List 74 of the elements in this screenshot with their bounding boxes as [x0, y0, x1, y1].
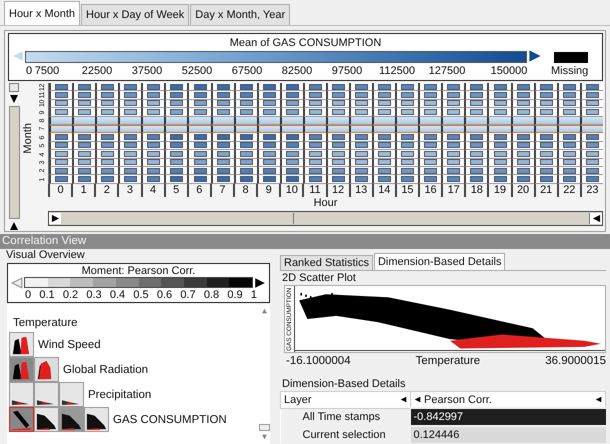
tick-label: 112500 — [379, 65, 415, 77]
dimension-label: GAS CONSUMPTION — [113, 414, 227, 426]
dimension-label: Global Radiation — [63, 364, 148, 376]
table-cell[interactable]: 0.124446 — [410, 426, 606, 443]
tick-label: 37500 — [132, 65, 162, 77]
tick-label: 67500 — [232, 65, 262, 77]
axis-label: Month — [22, 123, 34, 154]
tick-label: 0.1 — [39, 289, 55, 301]
tick-label: 1 — [250, 289, 257, 301]
tick-label: 0.6 — [156, 289, 172, 301]
dimension-label: Temperature — [13, 317, 78, 329]
tab[interactable]: Day x Month, Year — [190, 4, 290, 25]
tick-label: 52500 — [182, 65, 212, 77]
tick-label: 7500 — [34, 65, 60, 77]
tab[interactable]: Ranked Statistics — [280, 255, 373, 270]
tab[interactable]: Dimension-Based Details — [374, 253, 506, 270]
hour-label: 19 — [487, 184, 510, 197]
hour-label: 23 — [580, 184, 603, 197]
hour-label: 9 — [256, 184, 280, 197]
hour-label: 7 — [210, 184, 233, 197]
hour-label: 14 — [372, 184, 395, 197]
legend-title: Mean of GAS CONSUMPTION — [228, 37, 382, 49]
hour-label: 17 — [441, 184, 464, 197]
hour-label: 0 — [48, 184, 72, 197]
table-cell[interactable]: -0.842997 — [410, 408, 606, 426]
legend-label: Missing — [551, 65, 588, 77]
tick-label: 150000 — [490, 65, 528, 77]
hour-label: 2 — [94, 184, 118, 197]
hour-label: 10 — [279, 184, 302, 197]
tick-label: 0.3 — [86, 289, 102, 301]
tick-label: 0 — [26, 65, 32, 77]
axis-label: Hour — [312, 196, 338, 210]
tab[interactable]: Hour x Month — [4, 1, 80, 25]
section-label: 2D Scatter Plot — [281, 271, 357, 285]
tab[interactable]: Hour x Day of Week — [81, 4, 190, 25]
table-cell: Current selection — [280, 426, 410, 443]
tick-label: 82500 — [282, 65, 312, 77]
axis-max-label: 36.9000015 — [545, 355, 606, 367]
hour-label: 13 — [348, 184, 372, 197]
hour-label: 20 — [510, 184, 534, 197]
table-cell: All Time stamps — [280, 408, 410, 426]
hour-label: 18 — [464, 184, 488, 197]
axis-label: Temperature — [416, 355, 480, 367]
hour-label: 11 — [302, 184, 326, 197]
hour-label: 22 — [556, 184, 580, 197]
tick-label: 0.9 — [227, 289, 243, 301]
hour-label: 5 — [164, 184, 187, 197]
hour-label: 4 — [140, 184, 164, 197]
hour-label: 12 — [326, 184, 349, 197]
dimension-label: Wind Speed — [38, 338, 101, 350]
tick-label: 0.5 — [133, 289, 149, 301]
hour-label: 6 — [186, 184, 210, 197]
hour-label: 15 — [394, 184, 418, 197]
hour-label: 1 — [71, 184, 94, 197]
tick-label: 97500 — [332, 65, 362, 77]
hour-label: 8 — [233, 184, 256, 197]
tick-label: 0.8 — [204, 289, 220, 301]
axis-min-label: -16.1000004 — [286, 355, 351, 367]
tick-label: 0 — [25, 289, 32, 301]
hour-label: 3 — [117, 184, 140, 197]
hour-label: 21 — [534, 184, 557, 197]
column-header[interactable]: Layer — [280, 392, 410, 408]
section-label: Visual Overview — [5, 249, 86, 262]
tick-label: 0.4 — [110, 289, 126, 301]
panel-header: Correlation View — [0, 234, 610, 249]
tick-label: 127500 — [428, 65, 466, 77]
section-label: Dimension-Based Details — [281, 378, 406, 391]
column-header[interactable]: Pearson Corr. — [410, 392, 606, 408]
tick-label: 0.7 — [180, 289, 196, 301]
dimension-label: Precipitation — [88, 388, 152, 400]
tick-label: 0.2 — [62, 289, 78, 301]
legend-title: Moment: Pearson Corr. — [80, 264, 196, 276]
hour-label: 16 — [418, 184, 442, 197]
tick-label: 22500 — [82, 65, 112, 77]
